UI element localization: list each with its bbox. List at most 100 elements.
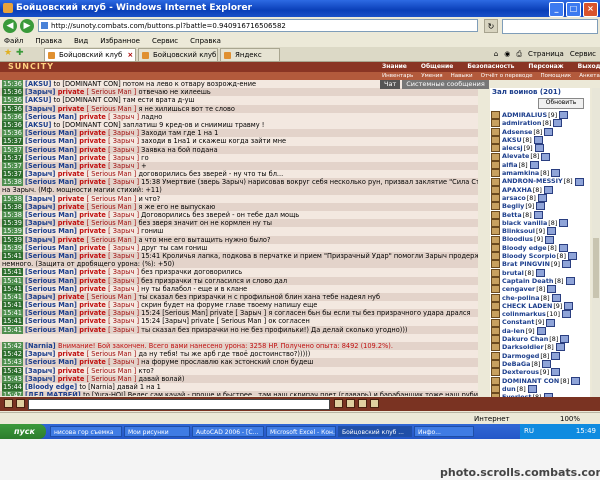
chat-recipient[interactable]: [ Зарыч ] [108,268,141,276]
chat-nick[interactable]: [Serious Man] [25,146,79,154]
chat-nick[interactable]: [Зарыч] [25,88,58,96]
subnav-profile[interactable]: Анкета [579,72,600,80]
info-icon[interactable] [547,285,557,294]
player-name[interactable]: AKSU [502,136,522,144]
player-row[interactable]: amamkina [8] [490,169,590,178]
player-row[interactable]: Bloody Scorpio [8] [490,252,590,261]
nav-knowledge[interactable]: Знание [382,62,407,72]
info-icon[interactable] [559,111,569,120]
chat-timestamp[interactable]: 15:39 [2,235,24,244]
menu-file[interactable]: Файл [4,35,23,47]
chat-nick[interactable]: [Зарыч] [25,375,58,383]
info-icon[interactable] [561,310,571,319]
player-name[interactable]: Captain Death [502,277,553,285]
chat-timestamp[interactable]: 15:47 [2,391,24,396]
player-row[interactable]: black vanilla [8] [490,219,590,227]
info-icon[interactable] [571,376,581,385]
chat-timestamp[interactable]: 15:41 [2,301,24,310]
player-name[interactable]: Darmoged [502,352,539,360]
chat-nick[interactable]: [AKSU] [25,80,54,88]
player-name[interactable]: arsaco [502,194,526,202]
chat-recipient[interactable]: [ Зарыч ] [108,211,141,219]
language-indicator[interactable]: RU [524,424,534,439]
chat-recipient[interactable]: [ Serious Man ] [87,219,139,227]
chat-nick[interactable]: [Serious Man] [25,113,79,121]
chat-timestamp[interactable]: 15:43 [2,358,24,367]
taskbar-item[interactable]: Бойцовский клуб ... [338,426,412,437]
player-name[interactable]: da-len [502,327,525,335]
chat-recipient[interactable]: [ Зарыч ] [108,285,141,293]
info-icon[interactable] [551,169,561,178]
player-row[interactable]: brutal [8] [490,269,590,277]
chat-timestamp[interactable]: 15:43 [2,374,24,383]
chat-recipient[interactable]: [ Зарыч ] [108,301,141,309]
tab-yandex[interactable]: Яндекс [220,48,280,61]
chat-timestamp[interactable]: 15:42 [2,350,24,359]
chat-recipient[interactable]: [ Зарыч ] [108,227,141,235]
chat-nick[interactable]: [Зарыч] [25,105,58,113]
players-scrollbar[interactable] [592,88,600,398]
page-menu[interactable]: Страница [528,48,564,61]
close-button[interactable]: × [583,2,598,17]
player-name[interactable]: Bloody edge [502,244,547,252]
chat-timestamp[interactable]: 15:41 [2,309,24,318]
info-icon[interactable] [551,293,561,302]
chat-nick[interactable]: [Serious Man] [25,227,79,235]
chat-timestamp[interactable]: 15:36 [2,120,24,129]
chat-timestamp[interactable]: 15:44 [2,382,24,391]
taskbar-item[interactable]: Мои рисунки [124,426,190,437]
chat-recipient[interactable]: [ Serious Man ] [87,375,139,383]
subnav-abilities[interactable]: Умения [421,72,442,80]
add-favorite-icon[interactable]: ✚ [16,48,24,58]
player-name[interactable]: Bloody Scorpio [502,252,556,260]
player-name[interactable]: Betta [502,211,522,219]
player-name[interactable]: ANDRON-MESSIY [502,177,563,185]
player-row[interactable]: alecsj [9] [490,144,590,153]
subnav-inventory[interactable]: Инвентарь [382,72,413,80]
sound-icon[interactable] [370,399,379,408]
clear-icon[interactable] [16,399,25,408]
info-icon[interactable] [537,194,547,203]
chat-recipient[interactable]: [ Зарыч ] [108,178,141,186]
chat-timestamp[interactable]: 15:41 [2,251,24,260]
info-icon[interactable] [564,301,574,310]
subnav-helper[interactable]: Помощник [541,72,572,80]
chat-nick[interactable]: [Serious Man] [25,137,79,145]
info-icon[interactable] [558,243,568,252]
chat-recipient[interactable]: [ Serious Man ] [87,170,139,178]
player-name[interactable]: АРАХНА [502,186,532,194]
chat-nick[interactable]: [Зарыч] [25,350,58,358]
player-name[interactable]: Bloodius [502,235,533,243]
player-row[interactable]: Dexterous [9] [490,368,590,377]
info-icon[interactable] [536,202,546,211]
player-row[interactable]: DeBaGa [8] [490,360,590,369]
player-row[interactable]: admiration [8] [490,119,590,128]
chat-timestamp[interactable]: 15:36 [2,80,24,88]
chat-nick[interactable]: [Serious Man] [25,268,79,276]
chat-timestamp[interactable]: 15:41 [2,268,24,277]
chat-nick[interactable]: [Serious Man] [25,358,79,366]
rss-icon[interactable]: ◉ [504,48,510,61]
chat-recipient[interactable]: [ Зарыч ] [108,129,141,137]
minimize-button[interactable]: _ [549,2,564,17]
info-icon[interactable] [534,144,544,153]
chat-recipient[interactable]: [ Serious Man ] [87,293,139,301]
taskbar-item[interactable]: Инфо... [414,426,474,437]
home-icon[interactable]: ⌂ [494,48,498,61]
chat-timestamp[interactable]: 15:39 [2,243,24,252]
player-name[interactable]: alfia [502,161,518,169]
player-name[interactable]: colinmarkus [502,310,546,318]
player-row[interactable]: Begliy [9] [490,202,590,211]
chat-input[interactable] [28,399,330,410]
nav-security[interactable]: Безопасность [467,62,514,72]
chat-recipient[interactable]: [ Зарыч ] [108,326,141,334]
chat-nick[interactable]: [AKSU] [25,121,54,129]
chat-timestamp[interactable]: 15:41 [2,276,24,285]
info-icon[interactable] [551,351,561,360]
chat-nick[interactable]: [Serious Man] [25,285,79,293]
chat-timestamp[interactable]: 15:39 [2,219,24,228]
subnav-transfer-report[interactable]: Отчёт о переводе [481,72,533,80]
player-name[interactable]: ADMIRALIUS [502,111,547,119]
info-icon[interactable] [567,252,577,261]
chat-timestamp[interactable]: 15:36 [2,88,24,97]
